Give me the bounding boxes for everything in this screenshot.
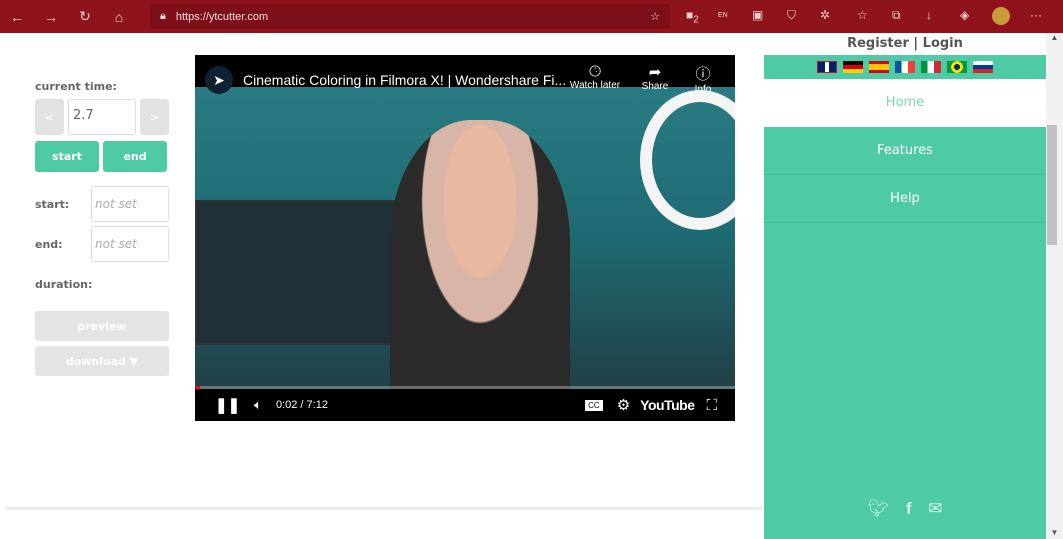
extension-icon[interactable]: ▣	[752, 8, 763, 22]
sidebar: Register | Login Home Features Help 🐦︎ f…	[764, 33, 1046, 539]
duration-label: duration:	[35, 278, 93, 291]
end-input[interactable]: not set	[91, 226, 169, 262]
puzzle-icon[interactable]: ✲	[820, 8, 830, 22]
collections-icon[interactable]: ⧉	[892, 8, 901, 23]
settings-icon[interactable]: ⚙	[617, 396, 630, 414]
clock-icon: 🕓︎	[589, 63, 601, 80]
video-header: ➤ Cinematic Coloring in Filmora X! | Won…	[195, 55, 735, 95]
flag-uk-icon[interactable]	[817, 61, 837, 73]
pause-icon[interactable]: ❚❚	[215, 396, 240, 414]
video-frame-ringlight	[640, 90, 735, 230]
video-frame-monitor	[195, 200, 400, 345]
channel-logo[interactable]: ➤	[205, 66, 233, 94]
download-button[interactable]: download ▼	[35, 346, 169, 376]
url-text: https://ytcutter.com	[175, 10, 269, 23]
social-links: 🐦︎ f ✉	[764, 499, 1046, 519]
youtube-logo[interactable]: YouTube	[640, 397, 695, 413]
register-login-link[interactable]: Register | Login	[764, 33, 1046, 55]
back-icon[interactable]: ←	[0, 9, 34, 25]
info-button[interactable]: ⓘ Info	[673, 63, 733, 95]
next-frame-button[interactable]: >	[140, 99, 169, 135]
volume-icon[interactable]: 🔈︎	[254, 397, 262, 413]
menu-help[interactable]: Help	[764, 175, 1046, 223]
info-label: Info	[694, 84, 712, 95]
favorites-icon[interactable]: ☆	[857, 8, 868, 22]
extension-badge: 2	[693, 14, 699, 26]
facebook-icon[interactable]: f	[906, 499, 912, 518]
browser-toolbar: ← → ↻ ⌂ 🔒︎ https://ytcutter.com ☆ ■2 EN …	[0, 0, 1063, 33]
video-title[interactable]: Cinematic Coloring in Filmora X! | Wonde…	[243, 72, 566, 88]
flag-it-icon[interactable]	[921, 61, 941, 73]
set-end-button[interactable]: end	[103, 141, 167, 172]
prev-frame-button[interactable]: <	[35, 99, 64, 135]
twitter-icon[interactable]: 🐦︎	[868, 499, 890, 518]
flag-de-icon[interactable]	[843, 61, 863, 73]
lock-icon: 🔒︎	[160, 10, 166, 22]
flag-ru-icon[interactable]	[973, 61, 993, 73]
home-icon[interactable]: ⌂	[102, 9, 136, 25]
current-time-label: current time:	[35, 80, 117, 93]
divider	[5, 507, 762, 510]
scroll-down-icon[interactable]: ▼	[1046, 528, 1063, 537]
extension-icon[interactable]: ■2	[686, 8, 699, 25]
watch-later-button[interactable]: 🕓︎ Watch later	[565, 63, 625, 91]
share-label: Share	[641, 81, 669, 92]
fullscreen-icon[interactable]: ⛶	[706, 397, 717, 414]
avatar[interactable]	[992, 7, 1010, 25]
menu-home[interactable]: Home	[764, 79, 1046, 127]
end-label: end:	[35, 237, 63, 251]
flag-es-icon[interactable]	[869, 61, 889, 73]
more-icon[interactable]: ···	[1030, 8, 1042, 22]
shield-icon[interactable]: ⛉	[787, 8, 796, 23]
captions-icon[interactable]: CC	[585, 399, 603, 411]
flag-br-icon[interactable]	[947, 61, 967, 73]
info-icon: ⓘ	[695, 66, 711, 83]
email-icon[interactable]: ✉	[928, 499, 942, 518]
scrollbar[interactable]: ▲ ▼	[1046, 33, 1063, 539]
time-display: 0:02 / 7:12	[275, 399, 328, 411]
watch-later-label: Watch later	[569, 80, 621, 91]
address-bar[interactable]: 🔒︎ https://ytcutter.com ☆	[150, 4, 670, 29]
refresh-icon[interactable]: ↻	[68, 8, 102, 25]
youtube-player[interactable]: ➤ Cinematic Coloring in Filmora X! | Won…	[195, 55, 735, 421]
current-time-input[interactable]: 2.7	[68, 99, 136, 135]
video-frame-person	[390, 120, 570, 390]
scroll-up-icon[interactable]: ▲	[1046, 33, 1063, 42]
forward-icon[interactable]: →	[34, 9, 68, 25]
favorite-icon[interactable]: ☆	[650, 10, 660, 23]
set-start-button[interactable]: start	[35, 141, 99, 172]
flag-fr-icon[interactable]	[895, 61, 915, 73]
start-input[interactable]: not set	[91, 186, 169, 222]
language-extension-icon[interactable]: EN	[718, 12, 728, 19]
download-icon[interactable]: ↓	[926, 8, 932, 22]
menu-features[interactable]: Features	[764, 127, 1046, 175]
language-flags	[764, 55, 1046, 79]
feedback-icon[interactable]: ◈	[960, 8, 969, 22]
start-label: start:	[35, 197, 70, 211]
preview-button[interactable]: preview	[35, 311, 169, 341]
cutter-controls: current time: < 2.7 > start end start: n…	[35, 80, 169, 376]
scrollbar-thumb[interactable]	[1047, 125, 1057, 245]
player-controls: ❚❚ 🔈︎ 0:02 / 7:12 CC ⚙ YouTube ⛶	[195, 389, 735, 421]
